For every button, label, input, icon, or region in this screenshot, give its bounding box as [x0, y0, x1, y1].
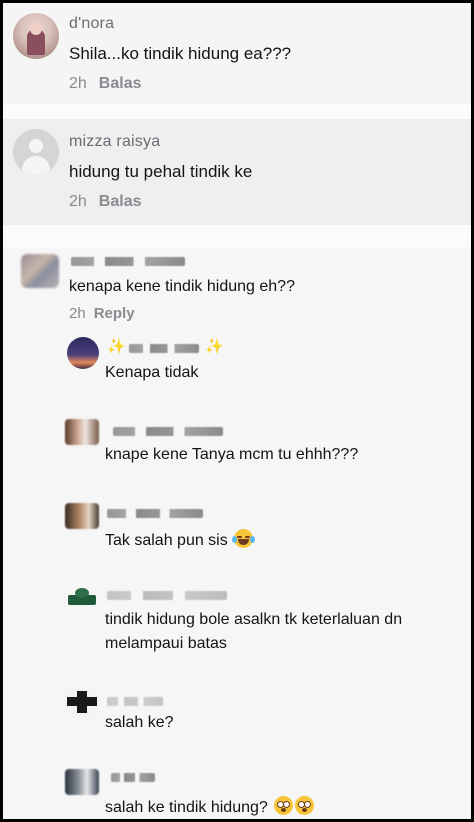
blurred-username	[107, 591, 227, 600]
blurred-username	[107, 697, 163, 706]
comment-author[interactable]: mizza raisya	[69, 133, 160, 151]
comment-author[interactable]: d'nora	[69, 15, 114, 33]
avatar[interactable]	[65, 503, 99, 529]
reply-text: salah ke?	[105, 714, 174, 731]
comment-meta: 2h Reply	[69, 305, 135, 322]
avatar[interactable]	[21, 254, 59, 288]
person-placeholder-icon[interactable]	[13, 129, 59, 175]
comment-card: mizza raisya hidung tu pehal tindik ke 2…	[3, 119, 471, 225]
avatar[interactable]	[67, 337, 99, 369]
reply-text: Kenapa tidak	[105, 364, 199, 381]
blurred-username	[113, 427, 223, 436]
reply-text-content: Tak salah pun sis	[105, 532, 228, 549]
blurred-username	[71, 257, 185, 266]
comment-text: hidung tu pehal tindik ke	[69, 162, 253, 181]
comments-screen: d'nora Shila...ko tindik hidung ea??? 2h…	[3, 3, 471, 819]
comment-thread: kenapa kene tindik hidung eh?? 2h Reply ✨…	[3, 247, 471, 819]
avatar[interactable]	[65, 769, 99, 795]
avatar[interactable]	[65, 689, 99, 715]
divider	[3, 225, 471, 247]
reply-button[interactable]: Balas	[99, 75, 142, 92]
reply-text-content: salah ke tindik hidung?	[105, 799, 268, 816]
comment-card: d'nora Shila...ko tindik hidung ea??? 2h…	[3, 3, 471, 104]
flushed-emoji-icon	[295, 796, 315, 815]
reply-text: Tak salah pun sis	[105, 529, 256, 550]
avatar[interactable]	[13, 13, 59, 59]
sparkles-icon: ✨	[107, 338, 126, 355]
avatar[interactable]	[65, 585, 99, 609]
comment-time: 2h	[69, 305, 86, 322]
reply-text: knape kene Tanya mcm tu ehhh???	[105, 446, 359, 463]
avatar[interactable]	[65, 419, 99, 445]
flushed-emoji-icon	[274, 796, 294, 815]
comment-text: Shila...ko tindik hidung ea???	[69, 44, 292, 63]
blurred-username: ✨ ✨	[107, 338, 227, 355]
comment-meta: 2h Balas	[69, 193, 142, 211]
blurred-username	[111, 773, 155, 782]
sparkles-icon: ✨	[205, 338, 224, 355]
reply-text: tindik hidung bole asalkn tk keterlaluan…	[105, 611, 403, 628]
divider	[3, 104, 471, 119]
comment-meta: 2h Balas	[69, 75, 142, 93]
comment-time: 2h	[69, 193, 87, 210]
laugh-tears-emoji-icon	[232, 529, 256, 548]
blurred-username	[107, 509, 203, 518]
reply-text: salah ke tindik hidung?	[105, 796, 315, 817]
reply-text: melampaui batas	[105, 635, 227, 652]
reply-button[interactable]: Balas	[99, 193, 142, 210]
comment-text: kenapa kene tindik hidung eh??	[69, 278, 295, 295]
comment-time: 2h	[69, 75, 87, 92]
reply-button[interactable]: Reply	[94, 305, 135, 322]
